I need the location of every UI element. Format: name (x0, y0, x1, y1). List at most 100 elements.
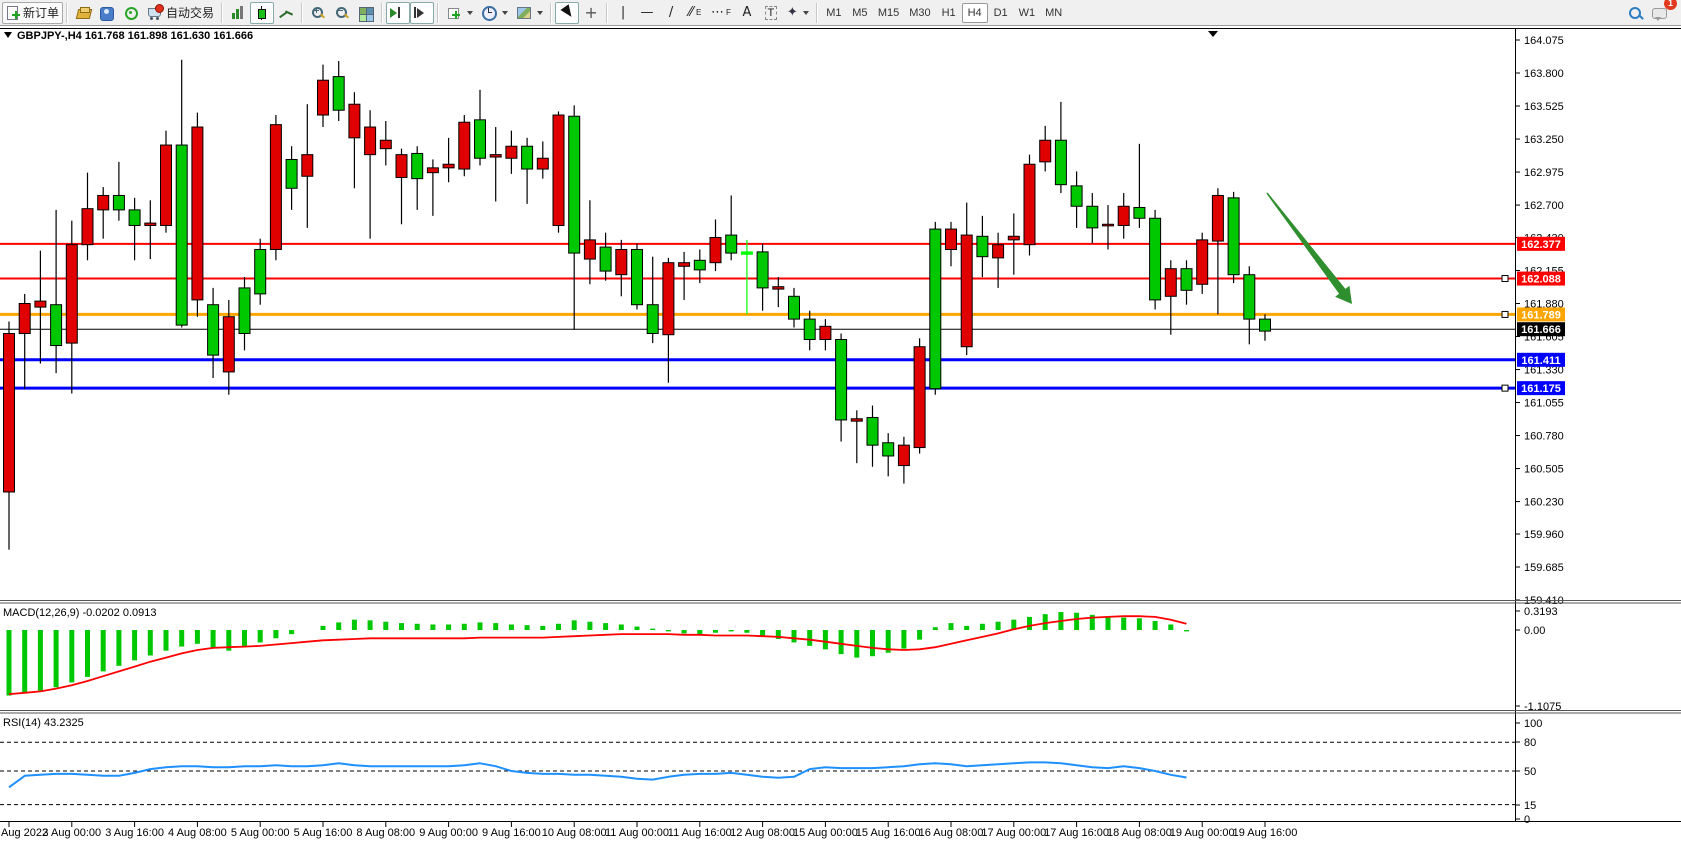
timeframe-button-H4[interactable]: H4 (962, 3, 988, 23)
timeframe-button-MN[interactable]: MN (1040, 3, 1067, 23)
periods-icon (481, 5, 497, 21)
new-order-label: 新订单 (23, 4, 59, 21)
templates-button[interactable] (512, 2, 547, 24)
add-indicator-button[interactable] (442, 2, 477, 24)
gold-bar-icon (76, 5, 91, 21)
svg-text:17 Aug 00:00: 17 Aug 00:00 (981, 827, 1046, 839)
arrows-icon: ✦ (787, 5, 798, 20)
svg-text:159.960: 159.960 (1524, 529, 1564, 541)
timeframe-button-M5[interactable]: M5 (847, 3, 873, 23)
search-button[interactable] (1623, 2, 1647, 24)
chart-region: 164.075163.800163.525163.250162.975162.7… (0, 26, 1681, 843)
svg-text:3 Aug 16:00: 3 Aug 16:00 (105, 827, 164, 839)
timeframe-button-W1[interactable]: W1 (1014, 3, 1041, 23)
trendline-button[interactable]: / (659, 2, 683, 24)
svg-text:MACD(12,26,9) -0.0202 0.0913: MACD(12,26,9) -0.0202 0.0913 (3, 607, 156, 619)
svg-text:RSI(14) 43.2325: RSI(14) 43.2325 (3, 717, 84, 729)
toolbar-separator (221, 3, 223, 23)
chart-shift-icon (414, 5, 430, 21)
svg-text:12 Aug 08:00: 12 Aug 08:00 (730, 827, 795, 839)
chart-shift-button[interactable] (410, 2, 434, 24)
svg-text:4 Aug 08:00: 4 Aug 08:00 (168, 827, 227, 839)
fibonacci-button[interactable]: ⋯F (707, 2, 735, 24)
channel-icon: ⁄⁄ (689, 5, 693, 20)
svg-text:163.525: 163.525 (1524, 101, 1564, 113)
crosshair-button[interactable]: + (579, 2, 603, 24)
zoom-out-button[interactable] (330, 2, 354, 24)
toolbar: 新订单 自动交易 + | — / ⁄⁄E ⋯F A T (0, 0, 1681, 26)
timeframe-button-M15[interactable]: M15 (873, 3, 904, 23)
text-label-button[interactable]: T (759, 2, 783, 24)
chevron-down-icon (537, 11, 543, 15)
svg-text:9 Aug 00:00: 9 Aug 00:00 (419, 827, 478, 839)
svg-text:161.789: 161.789 (1521, 309, 1561, 321)
svg-text:19 Aug 00:00: 19 Aug 00:00 (1170, 827, 1235, 839)
vertical-line-button[interactable]: | (611, 2, 635, 24)
horizontal-line-icon: — (641, 5, 654, 20)
auto-scroll-button[interactable] (386, 2, 410, 24)
text-button[interactable]: A (735, 2, 759, 24)
autotrading-label: 自动交易 (166, 4, 214, 21)
svg-text:162.377: 162.377 (1521, 239, 1561, 251)
svg-text:164.075: 164.075 (1524, 35, 1564, 47)
svg-text:15 Aug 16:00: 15 Aug 16:00 (856, 827, 921, 839)
text-icon: A (742, 5, 751, 20)
svg-text:5 Aug 00:00: 5 Aug 00:00 (231, 827, 290, 839)
autotrading-cart-icon (147, 5, 163, 21)
svg-text:160.230: 160.230 (1524, 497, 1564, 509)
notifications-button[interactable]: 1 (1647, 2, 1673, 24)
svg-text:161.666: 161.666 (1521, 324, 1561, 336)
chevron-down-icon (803, 11, 809, 15)
svg-text:GBPJPY-,H4 161.768 161.898 16: GBPJPY-,H4 161.768 161.898 161.630 161.6… (17, 30, 253, 42)
svg-text:19 Aug 16:00: 19 Aug 16:00 (1233, 827, 1298, 839)
timeframe-button-M1[interactable]: M1 (821, 3, 847, 23)
svg-text:11 Aug 16:00: 11 Aug 16:00 (668, 827, 732, 839)
timeframe-button-D1[interactable]: D1 (988, 3, 1014, 23)
svg-text:5 Aug 16:00: 5 Aug 16:00 (294, 827, 353, 839)
line-chart-icon (278, 5, 294, 21)
gold-bar-button[interactable] (71, 2, 95, 24)
zoom-in-button[interactable] (306, 2, 330, 24)
timeframe-button-H1[interactable]: H1 (936, 3, 962, 23)
svg-text:-1.1075: -1.1075 (1524, 701, 1561, 713)
mt4-window: 新订单 自动交易 + | — / ⁄⁄E ⋯F A T (0, 0, 1681, 843)
toolbar-separator (437, 3, 439, 23)
svg-text:160.780: 160.780 (1524, 431, 1564, 443)
add-indicator-icon (446, 5, 462, 21)
tile-windows-button[interactable] (354, 2, 378, 24)
arrows-button[interactable]: ✦ (783, 2, 813, 24)
timeframe-group: M1M5M15M30H1H4D1W1MN (821, 3, 1067, 23)
svg-text:18 Aug 08:00: 18 Aug 08:00 (1107, 827, 1172, 839)
candlestick-chart-icon (254, 5, 270, 21)
new-order-button[interactable]: 新订单 (2, 2, 63, 24)
signal-button[interactable] (119, 2, 143, 24)
crosshair-icon: + (584, 3, 597, 22)
autotrading-button[interactable]: 自动交易 (143, 2, 218, 24)
svg-text:0: 0 (1524, 814, 1530, 826)
timeframe-button-M30[interactable]: M30 (904, 3, 935, 23)
vertical-line-icon: | (621, 5, 625, 20)
svg-text:80: 80 (1524, 737, 1536, 749)
toolbar-separator (550, 3, 552, 23)
svg-text:162.700: 162.700 (1524, 200, 1564, 212)
svg-text:160.505: 160.505 (1524, 464, 1564, 476)
toolbar-separator (606, 3, 608, 23)
candlestick-chart-button[interactable] (250, 2, 274, 24)
chart-canvas[interactable]: 164.075163.800163.525163.250162.975162.7… (0, 26, 1681, 843)
cursor-button[interactable] (555, 2, 579, 24)
svg-text:8 Aug 08:00: 8 Aug 08:00 (356, 827, 415, 839)
periods-button[interactable] (477, 2, 512, 24)
svg-text:161.175: 161.175 (1521, 383, 1561, 395)
svg-text:11 Aug 00:00: 11 Aug 00:00 (605, 827, 669, 839)
channel-button[interactable]: ⁄⁄E (683, 2, 707, 24)
bar-chart-button[interactable] (226, 2, 250, 24)
svg-text:0.00: 0.00 (1524, 625, 1545, 637)
zoom-out-icon (334, 5, 350, 21)
signal-icon (123, 5, 139, 21)
chevron-down-icon (502, 11, 508, 15)
line-chart-button[interactable] (274, 2, 298, 24)
profiles-button[interactable] (95, 2, 119, 24)
fibonacci-icon: ⋯ (711, 5, 723, 20)
horizontal-line-button[interactable]: — (635, 2, 659, 24)
search-icon (1627, 5, 1643, 21)
